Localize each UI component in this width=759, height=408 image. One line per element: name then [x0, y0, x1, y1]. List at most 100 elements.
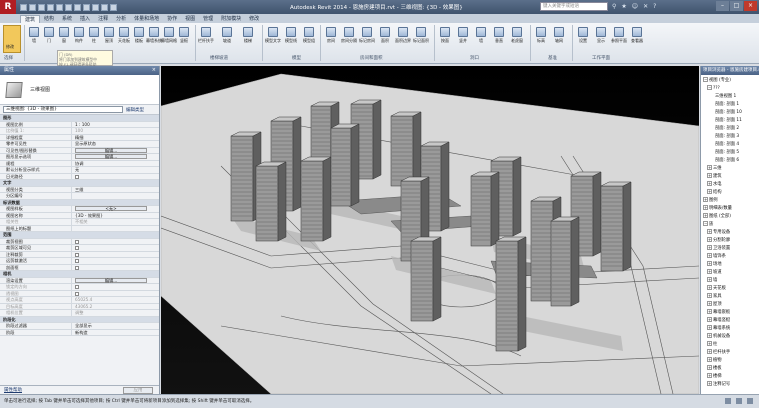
vertical-opening-button[interactable]: 垂直 — [492, 25, 506, 53]
expand-icon[interactable]: + — [707, 181, 712, 186]
property-value[interactable]: 调整 — [72, 310, 159, 316]
expand-icon[interactable]: + — [703, 197, 708, 202]
browser-tree-item[interactable]: + 场地 — [701, 261, 759, 269]
apply-button[interactable]: 应用 — [123, 387, 153, 394]
redo-icon[interactable] — [47, 3, 54, 11]
browser-tree-item[interactable]: + 栏杆扶手 — [701, 349, 759, 357]
expand-icon[interactable]: + — [707, 237, 712, 242]
property-value[interactable]: 三维 — [72, 187, 159, 193]
property-value[interactable]: <无> — [72, 206, 159, 212]
tab-insert[interactable]: 插入 — [76, 15, 94, 23]
thin-lines-icon[interactable] — [101, 3, 108, 11]
property-edit-button[interactable]: 编辑... — [75, 154, 147, 159]
measure-icon[interactable] — [56, 3, 63, 11]
browser-tree-item[interactable]: − 族 — [701, 221, 759, 229]
property-value[interactable]: 新构造 — [72, 330, 159, 336]
expand-icon[interactable]: + — [707, 285, 712, 290]
property-value[interactable] — [72, 193, 159, 199]
expand-icon[interactable]: + — [707, 253, 712, 258]
section-icon[interactable] — [92, 3, 99, 11]
instance-filter-dropdown[interactable]: 三维视图: {3D - 效果图} — [3, 106, 123, 113]
window-button[interactable]: 窗 — [57, 25, 71, 53]
model-line-button[interactable]: 模型线 — [284, 25, 298, 53]
mullion-button[interactable]: 竖梃 — [177, 25, 191, 53]
tab-modify[interactable]: 修改 — [245, 15, 263, 23]
browser-tree-item[interactable]: 剖面: 剖面 5 — [701, 149, 759, 157]
properties-help-link[interactable]: 属性帮助 — [4, 387, 22, 393]
tag-room-button[interactable]: 标记房间 — [359, 25, 375, 53]
browser-tree-item[interactable]: + 机械设备 — [701, 333, 759, 341]
expand-icon[interactable]: + — [707, 189, 712, 194]
workset-icon[interactable] — [725, 398, 731, 404]
browser-tree-item[interactable]: + 注释记号 — [701, 381, 759, 389]
expand-icon[interactable]: + — [707, 165, 712, 170]
browser-tree-item[interactable]: + 结构 — [701, 189, 759, 197]
expand-icon[interactable]: + — [707, 301, 712, 306]
browser-tree-item[interactable]: + 图例 — [701, 197, 759, 205]
search-input[interactable]: 键入关键字或短语 — [540, 2, 608, 11]
expand-icon[interactable]: + — [707, 333, 712, 338]
browser-tree-item[interactable]: + 墙饰条 — [701, 253, 759, 261]
browser-tree-item[interactable]: 剖面: 剖面 4 — [701, 141, 759, 149]
expand-icon[interactable]: + — [707, 325, 712, 330]
browser-tree-item[interactable]: 剖面: 剖面 1 — [701, 101, 759, 109]
browser-tree-item[interactable]: + 专用设备 — [701, 229, 759, 237]
roof-button[interactable]: 屋顶 — [102, 25, 116, 53]
property-value[interactable]: 不相关 — [72, 219, 159, 225]
open-icon[interactable] — [20, 3, 27, 11]
browser-tree-item[interactable]: 剖面: 剖面 10 — [701, 109, 759, 117]
tag-area-button[interactable]: 标记面积 — [413, 25, 429, 53]
property-value[interactable]: 编辑... — [72, 277, 159, 284]
curtain-system-button[interactable]: 幕墙系统 — [146, 25, 162, 53]
set-workplane-button[interactable]: 设置 — [576, 25, 590, 53]
expand-icon[interactable]: + — [707, 341, 712, 346]
property-value[interactable] — [72, 291, 159, 297]
tab-collaborate[interactable]: 协作 — [163, 15, 181, 23]
area-boundary-button[interactable]: 面积边界 — [395, 25, 411, 53]
subscription-icon[interactable]: ★ — [621, 3, 626, 10]
dormer-button[interactable]: 老虎窗 — [510, 25, 524, 53]
dimension-icon[interactable] — [65, 3, 72, 11]
browser-tree-item[interactable]: + 三维 — [701, 165, 759, 173]
property-value[interactable] — [72, 284, 159, 290]
property-value[interactable]: {3D - 效果图} — [72, 213, 159, 219]
property-value[interactable]: 100 — [72, 128, 159, 134]
tab-structure[interactable]: 结构 — [40, 15, 58, 23]
edit-type-button[interactable]: 编辑类型 — [126, 107, 144, 113]
expand-icon[interactable]: + — [707, 293, 712, 298]
property-checkbox[interactable] — [75, 246, 79, 250]
browser-tree-item[interactable]: + 坡道 — [701, 269, 759, 277]
minimize-button[interactable]: – — [716, 1, 729, 11]
browser-tree-item[interactable]: + 卫浴装置 — [701, 245, 759, 253]
property-checkbox[interactable] — [75, 285, 79, 289]
modify-button[interactable]: 修改 — [3, 25, 21, 53]
property-checkbox[interactable] — [75, 239, 79, 244]
expand-icon[interactable]: + — [707, 381, 712, 386]
property-value[interactable]: 精细 — [72, 135, 159, 141]
expand-icon[interactable]: + — [707, 261, 712, 266]
level-button[interactable]: 标高 — [534, 25, 548, 53]
ramp-button[interactable]: 坡道 — [220, 25, 234, 53]
tab-massing-site[interactable]: 体量和场地 — [130, 15, 163, 23]
property-edit-button[interactable]: <无> — [75, 206, 147, 211]
room-separator-button[interactable]: 房间分隔 — [341, 25, 357, 53]
browser-tree-item[interactable]: + 墙 — [701, 277, 759, 285]
stair-button[interactable]: 楼梯 — [241, 25, 255, 53]
browser-tree-item[interactable]: + 建筑 — [701, 173, 759, 181]
property-value[interactable] — [72, 174, 159, 180]
exchange-icon[interactable]: ✕ — [643, 3, 648, 10]
close-icon[interactable]: × — [152, 66, 156, 75]
property-checkbox[interactable] — [75, 265, 79, 270]
property-value[interactable]: 1 : 100 — [72, 122, 159, 128]
expand-icon[interactable]: + — [707, 245, 712, 250]
tab-architecture[interactable]: 建筑 — [20, 15, 41, 23]
collapse-icon[interactable]: − — [703, 221, 708, 226]
expand-icon[interactable]: + — [707, 173, 712, 178]
property-edit-button[interactable]: 编辑... — [75, 277, 147, 283]
expand-icon[interactable]: + — [707, 373, 712, 378]
property-value[interactable]: 显示原状态 — [72, 141, 159, 147]
browser-tree-item[interactable]: + 幕墙竖梃 — [701, 317, 759, 325]
undo-icon[interactable] — [38, 3, 45, 11]
property-value[interactable] — [72, 239, 159, 245]
browser-tree-item[interactable]: 剖面: 剖面 2 — [701, 125, 759, 133]
